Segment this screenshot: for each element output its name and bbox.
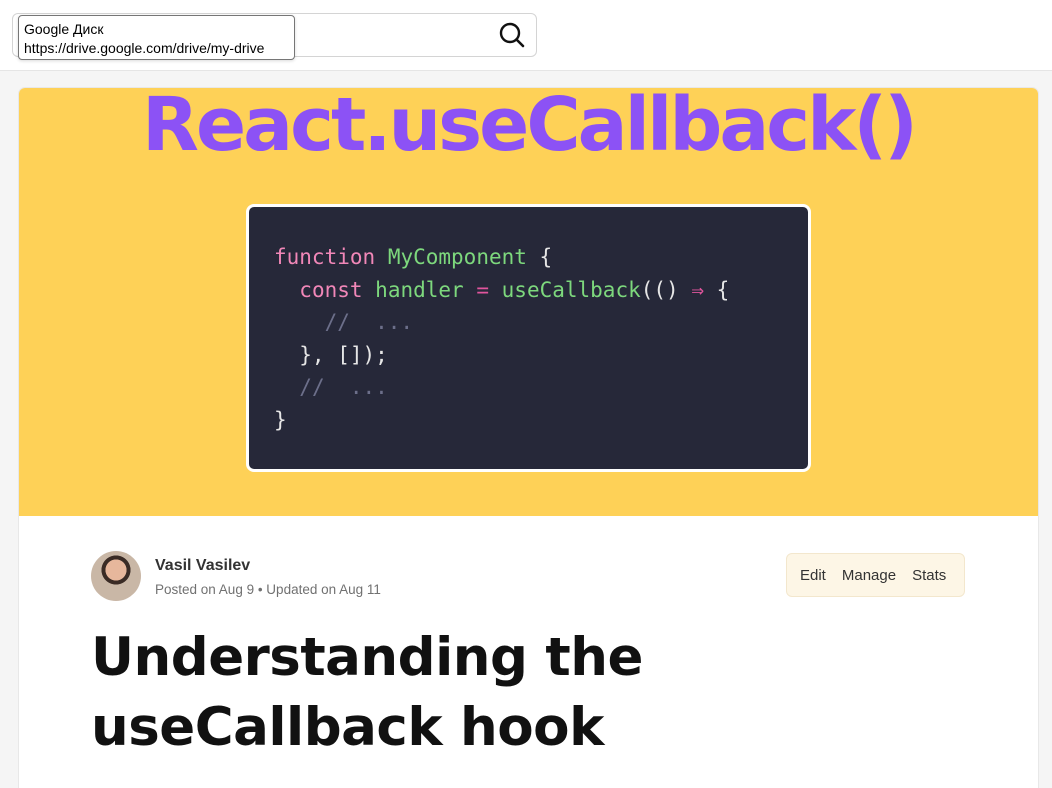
post-meta: Posted on Aug 9 • Updated on Aug 11 <box>155 582 381 597</box>
search-icon[interactable] <box>498 21 526 49</box>
article-card: React.useCallback() function MyComponent… <box>19 88 1038 788</box>
cover-image: React.useCallback() function MyComponent… <box>19 88 1038 516</box>
stats-button[interactable]: Stats <box>904 567 954 584</box>
tooltip-title: Google Диск <box>24 21 104 37</box>
author-name[interactable]: Vasil Vasilev <box>155 557 250 575</box>
page-title: Understanding the useCallback hook <box>91 627 643 758</box>
tooltip-url: https://drive.google.com/drive/my-drive <box>24 40 265 56</box>
code-snippet: function MyComponent { const handler = u… <box>246 204 811 472</box>
avatar[interactable] <box>91 551 141 601</box>
manage-button[interactable]: Manage <box>834 567 904 584</box>
post-actions: Edit Manage Stats <box>786 553 965 597</box>
code-block: function MyComponent { const handler = u… <box>274 245 730 432</box>
cover-title: React.useCallback() <box>142 88 918 168</box>
edit-button[interactable]: Edit <box>792 567 834 584</box>
tooltip: Google Диск https://drive.google.com/dri… <box>18 15 295 60</box>
